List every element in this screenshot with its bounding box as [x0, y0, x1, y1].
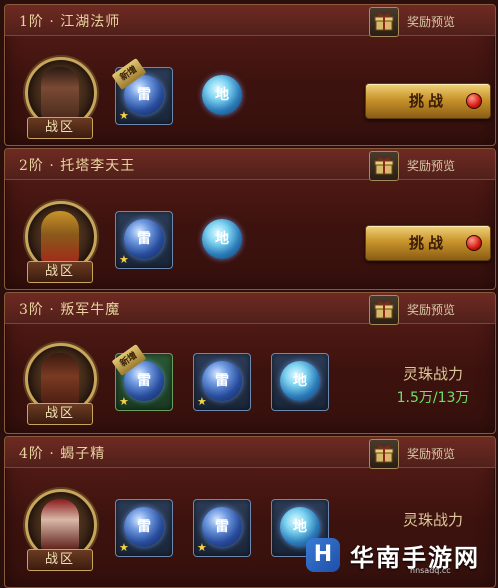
tier-header: 4阶 · 蝎子精 奖励预览	[5, 437, 495, 469]
tier-title: 1阶 · 江湖法师	[19, 14, 121, 30]
star-icon: ★	[119, 253, 129, 266]
zone-label: 战区	[27, 549, 93, 571]
gift-icon[interactable]	[369, 151, 399, 181]
tier-header: 2阶 · 托塔李天王 奖励预览	[5, 149, 495, 181]
gift-icon[interactable]	[369, 7, 399, 37]
tier-title: 4阶 · 蝎子精	[19, 446, 106, 462]
tier-panel-2: 2阶 · 托塔李天王 奖励预览 战区 雷 ★ 地 挑战	[4, 148, 496, 290]
star-icon: ★	[119, 109, 129, 122]
tier-title: 3阶 · 叛军牛魔	[19, 302, 121, 318]
star-icon: ★	[197, 541, 207, 554]
reward-preview-link[interactable]: 奖励预览	[407, 157, 455, 174]
star-icon: ★	[197, 395, 207, 408]
thunder-pearl-icon: 雷	[124, 219, 164, 259]
tier-header: 3阶 · 叛军牛魔 奖励预览	[5, 293, 495, 325]
boss-portrait[interactable]: 战区	[23, 57, 97, 141]
star-icon: ★	[119, 541, 129, 554]
pearl-power-value: 1.5万/13万	[396, 390, 470, 406]
challenge-button[interactable]: 挑战	[365, 83, 491, 119]
gift-icon[interactable]	[369, 439, 399, 469]
pearl-slot[interactable]: 雷 ★	[115, 499, 173, 557]
boss-avatar-scorpion-spirit	[41, 499, 79, 551]
boss-portrait[interactable]: 战区	[23, 489, 97, 573]
challenge-label: 挑战	[408, 234, 447, 252]
tier-panel-3: 3阶 · 叛军牛魔 奖励预览 战区 雷 新增 ★ 雷 ★ 地 灵珠战力 1.5万…	[4, 292, 496, 434]
pearl-slot[interactable]: 雷 ★	[115, 211, 173, 269]
pearl-slot[interactable]: 雷 ★	[193, 353, 251, 411]
pearl-power-label: 灵珠战力	[402, 365, 463, 383]
red-dot-icon	[466, 93, 482, 109]
red-dot-icon	[466, 235, 482, 251]
pearl-slot[interactable]: 雷 ★	[193, 499, 251, 557]
challenge-button[interactable]: 挑战	[365, 225, 491, 261]
challenge-label: 挑战	[408, 92, 447, 110]
zone-label: 战区	[27, 117, 93, 139]
earth-pearl-icon: 地	[202, 219, 242, 259]
boss-portrait[interactable]: 战区	[23, 343, 97, 427]
tier-title: 2阶 · 托塔李天王	[19, 158, 136, 174]
pearl-power-label: 灵珠战力	[402, 511, 463, 529]
zone-label: 战区	[27, 261, 93, 283]
boss-avatar-rebel-bull-demon	[41, 353, 79, 405]
pearl-slot[interactable]: 地	[193, 67, 251, 125]
thunder-pearl-icon: 雷	[202, 507, 242, 547]
earth-pearl-icon: 地	[202, 75, 242, 115]
reward-preview-link[interactable]: 奖励预览	[407, 13, 455, 30]
boss-avatar-jianghu-mage	[41, 67, 79, 119]
reward-preview-link[interactable]: 奖励预览	[407, 301, 455, 318]
boss-avatar-li-tianwang	[41, 211, 79, 263]
reward-preview-link[interactable]: 奖励预览	[407, 445, 455, 462]
watermark-logo-icon: H	[306, 538, 340, 572]
earth-pearl-icon: 地	[280, 361, 320, 401]
star-icon: ★	[119, 395, 129, 408]
watermark-url: hnsadq.cc	[410, 566, 451, 575]
boss-portrait[interactable]: 战区	[23, 201, 97, 285]
zone-label: 战区	[27, 403, 93, 425]
pearl-slot[interactable]: 雷 新增 ★	[111, 58, 173, 125]
thunder-pearl-icon: 雷	[124, 507, 164, 547]
tier-header: 1阶 · 江湖法师 奖励预览	[5, 5, 495, 37]
site-watermark: H 华南手游网 hnsadq.cc	[296, 530, 494, 582]
tier-panel-1: 1阶 · 江湖法师 奖励预览 战区 雷 新增 ★ 地 挑战	[4, 4, 496, 146]
gift-icon[interactable]	[369, 295, 399, 325]
thunder-pearl-icon: 雷	[202, 361, 242, 401]
pearl-slot[interactable]: 雷 新增 ★	[111, 344, 173, 411]
pearl-slot[interactable]: 地	[271, 353, 329, 411]
pearl-slot[interactable]: 地	[193, 211, 251, 269]
